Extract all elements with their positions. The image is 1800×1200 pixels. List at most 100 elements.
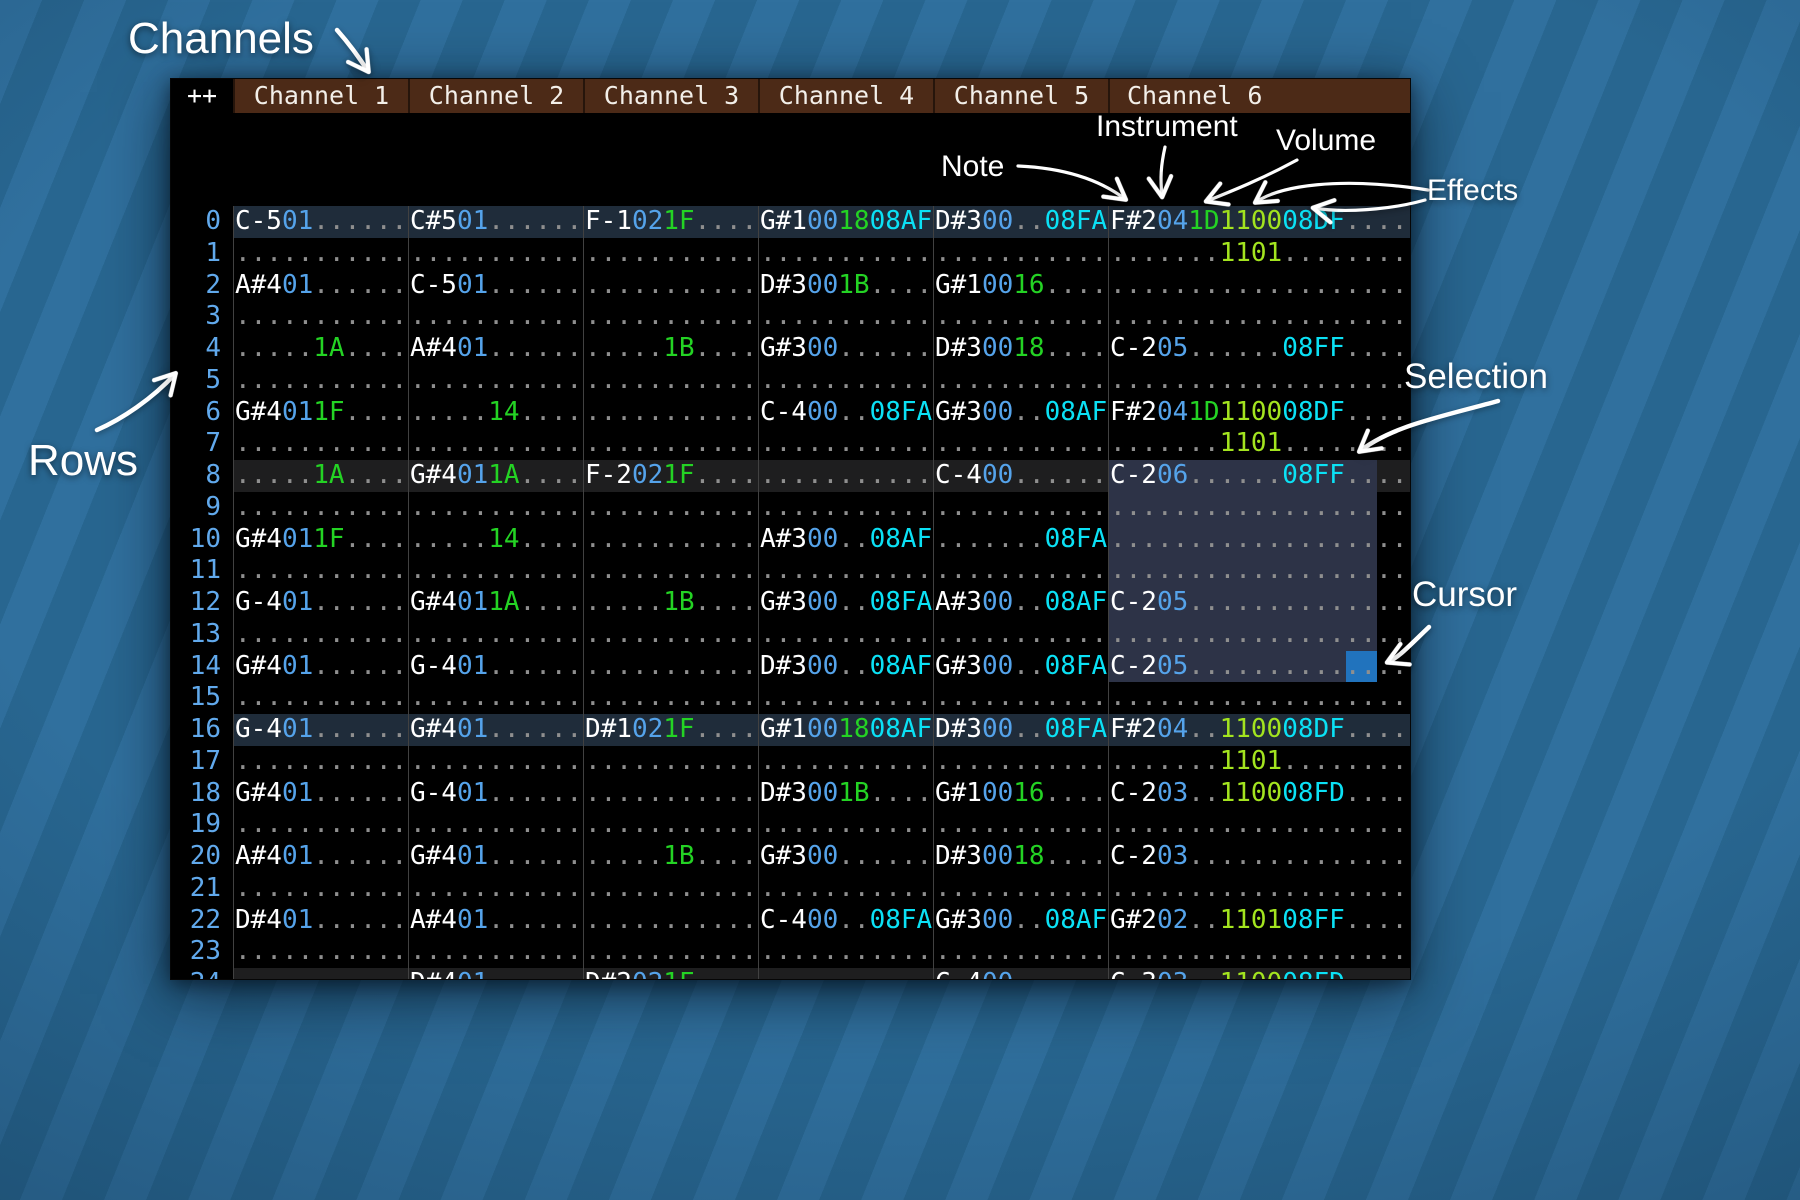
- pattern-cell-ch4[interactable]: G#1001808AF: [758, 206, 933, 238]
- channel-header-4[interactable]: Channel 4: [758, 79, 933, 113]
- pattern-cell-ch2[interactable]: C#501......: [408, 206, 583, 238]
- pattern-cell-ch6[interactable]: ...................: [1108, 524, 1410, 556]
- add-channel-button[interactable]: ++: [171, 79, 233, 113]
- pattern-cell-ch1[interactable]: ...........: [233, 809, 408, 841]
- pattern-cell-ch3[interactable]: D#2021F....: [583, 968, 758, 979]
- pattern-cell-ch6[interactable]: C-203..............: [1108, 841, 1410, 873]
- pattern-cell-ch5[interactable]: ...........: [933, 428, 1108, 460]
- pattern-cell-ch3[interactable]: ...........: [583, 555, 758, 587]
- pattern-cell-ch5[interactable]: D#30018....: [933, 333, 1108, 365]
- pattern-cell-ch4[interactable]: ...........: [758, 809, 933, 841]
- pattern-cell-ch2[interactable]: G-401......: [408, 778, 583, 810]
- channel-header-3[interactable]: Channel 3: [583, 79, 758, 113]
- pattern-cell-ch1[interactable]: D#401......: [233, 905, 408, 937]
- pattern-cell-ch3[interactable]: ...........: [583, 428, 758, 460]
- pattern-cell-ch5[interactable]: A#300..08AF: [933, 587, 1108, 619]
- pattern-cell-ch4[interactable]: A#300..08AF: [758, 524, 933, 556]
- pattern-cell-ch5[interactable]: ...........: [933, 301, 1108, 333]
- pattern-cell-ch4[interactable]: ...........: [758, 619, 933, 651]
- pattern-cell-ch6[interactable]: ...................: [1108, 873, 1410, 905]
- pattern-cell-ch2[interactable]: ...........: [408, 809, 583, 841]
- pattern-cell-ch1[interactable]: G#4011F....: [233, 524, 408, 556]
- pattern-cell-ch2[interactable]: ...........: [408, 301, 583, 333]
- pattern-cell-ch5[interactable]: ...........: [933, 365, 1108, 397]
- pattern-cell-ch1[interactable]: ...........: [233, 746, 408, 778]
- pattern-cell-ch1[interactable]: ...........: [233, 555, 408, 587]
- pattern-cell-ch5[interactable]: ...........: [933, 746, 1108, 778]
- pattern-cell-ch5[interactable]: ...........: [933, 873, 1108, 905]
- pattern-cell-ch5[interactable]: D#30018....: [933, 841, 1108, 873]
- pattern-cell-ch5[interactable]: ...........: [933, 555, 1108, 587]
- pattern-cell-ch4[interactable]: G#300......: [758, 333, 933, 365]
- pattern-cell-ch1[interactable]: .....1A....: [233, 460, 408, 492]
- pattern-cell-ch4[interactable]: ...........: [758, 936, 933, 968]
- pattern-cell-ch3[interactable]: .....1B....: [583, 333, 758, 365]
- pattern-cell-ch4[interactable]: G#300..08FA: [758, 587, 933, 619]
- pattern-cell-ch6[interactable]: ...................: [1108, 619, 1410, 651]
- pattern-cell-ch2[interactable]: ...........: [408, 746, 583, 778]
- pattern-cell-ch1[interactable]: G#401......: [233, 651, 408, 683]
- pattern-cell-ch5[interactable]: ...........: [933, 936, 1108, 968]
- pattern-cell-ch4[interactable]: ...........: [758, 428, 933, 460]
- pattern-cell-ch1[interactable]: ...........: [233, 873, 408, 905]
- pattern-cell-ch3[interactable]: ...........: [583, 301, 758, 333]
- pattern-cell-ch5[interactable]: G#300..08AF: [933, 397, 1108, 429]
- pattern-cell-ch4[interactable]: G#1001808AF: [758, 714, 933, 746]
- pattern-cell-ch4[interactable]: D#300..08AF: [758, 651, 933, 683]
- pattern-cell-ch1[interactable]: ...........: [233, 492, 408, 524]
- pattern-cell-ch6[interactable]: C-205..............: [1108, 651, 1410, 683]
- pattern-cell-ch6[interactable]: G#202..110108FF....: [1108, 905, 1410, 937]
- pattern-cell-ch3[interactable]: ...........: [583, 619, 758, 651]
- pattern-cell-ch5[interactable]: D#300..08FA: [933, 714, 1108, 746]
- pattern-cell-ch5[interactable]: C-400......: [933, 968, 1108, 979]
- pattern-cell-ch1[interactable]: G-401......: [233, 587, 408, 619]
- pattern-cell-ch1[interactable]: ...........: [233, 365, 408, 397]
- pattern-cell-ch4[interactable]: ...........: [758, 492, 933, 524]
- pattern-cell-ch6[interactable]: .......1101........: [1108, 428, 1410, 460]
- pattern-cell-ch2[interactable]: C-501......: [408, 270, 583, 302]
- pattern-cell-ch4[interactable]: D#3001B....: [758, 778, 933, 810]
- pattern-cell-ch3[interactable]: ...........: [583, 778, 758, 810]
- pattern-cell-ch6[interactable]: .......1101........: [1108, 746, 1410, 778]
- pattern-cell-ch3[interactable]: .....1B....: [583, 587, 758, 619]
- pattern-cell-ch4[interactable]: ...........: [758, 968, 933, 979]
- pattern-cell-ch6[interactable]: C-206......08FF....: [1108, 460, 1410, 492]
- pattern-cell-ch1[interactable]: A#401......: [233, 841, 408, 873]
- pattern-cell-ch2[interactable]: ...........: [408, 936, 583, 968]
- pattern-cell-ch4[interactable]: D#3001B....: [758, 270, 933, 302]
- pattern-cell-ch5[interactable]: ...........: [933, 492, 1108, 524]
- pattern-cell-ch3[interactable]: ...........: [583, 905, 758, 937]
- pattern-cell-ch2[interactable]: G#4011A....: [408, 587, 583, 619]
- pattern-cell-ch5[interactable]: .......08FA: [933, 524, 1108, 556]
- pattern-cell-ch2[interactable]: ...........: [408, 873, 583, 905]
- pattern-cell-ch6[interactable]: F#2041D110008DF....: [1108, 397, 1410, 429]
- pattern-cell-ch3[interactable]: ...........: [583, 682, 758, 714]
- pattern-cell-ch6[interactable]: ...................: [1108, 555, 1410, 587]
- pattern-cell-ch2[interactable]: ...........: [408, 619, 583, 651]
- pattern-cell-ch4[interactable]: G#300......: [758, 841, 933, 873]
- pattern-cell-ch4[interactable]: ...........: [758, 873, 933, 905]
- pattern-cell-ch6[interactable]: .......1101........: [1108, 238, 1410, 270]
- channel-header-6[interactable]: Channel 6: [1108, 79, 1410, 113]
- pattern-cell-ch6[interactable]: C-303..110008FD....: [1108, 968, 1410, 979]
- pattern-cell-ch2[interactable]: .....14....: [408, 524, 583, 556]
- pattern-cell-ch2[interactable]: ...........: [408, 428, 583, 460]
- pattern-cell-ch3[interactable]: F-2021F....: [583, 460, 758, 492]
- pattern-cell-ch1[interactable]: ...........: [233, 238, 408, 270]
- pattern-cell-ch5[interactable]: C-400......: [933, 460, 1108, 492]
- pattern-cell-ch1[interactable]: G-401......: [233, 714, 408, 746]
- pattern-cell-ch6[interactable]: C-205..............: [1108, 587, 1410, 619]
- pattern-cell-ch1[interactable]: ...........: [233, 619, 408, 651]
- pattern-cell-ch5[interactable]: G#10016....: [933, 778, 1108, 810]
- channel-header-2[interactable]: Channel 2: [408, 79, 583, 113]
- pattern-cell-ch3[interactable]: ...........: [583, 492, 758, 524]
- pattern-cell-ch6[interactable]: ...................: [1108, 270, 1410, 302]
- pattern-cell-ch4[interactable]: C-400..08FA: [758, 397, 933, 429]
- pattern-cell-ch1[interactable]: G#4011F....: [233, 397, 408, 429]
- pattern-cell-ch5[interactable]: G#10016....: [933, 270, 1108, 302]
- pattern-cell-ch3[interactable]: ...........: [583, 936, 758, 968]
- pattern-cell-ch5[interactable]: ...........: [933, 682, 1108, 714]
- channel-header-1[interactable]: Channel 1: [233, 79, 408, 113]
- pattern-cell-ch4[interactable]: ...........: [758, 746, 933, 778]
- pattern-cell-ch4[interactable]: C-400..08FA: [758, 905, 933, 937]
